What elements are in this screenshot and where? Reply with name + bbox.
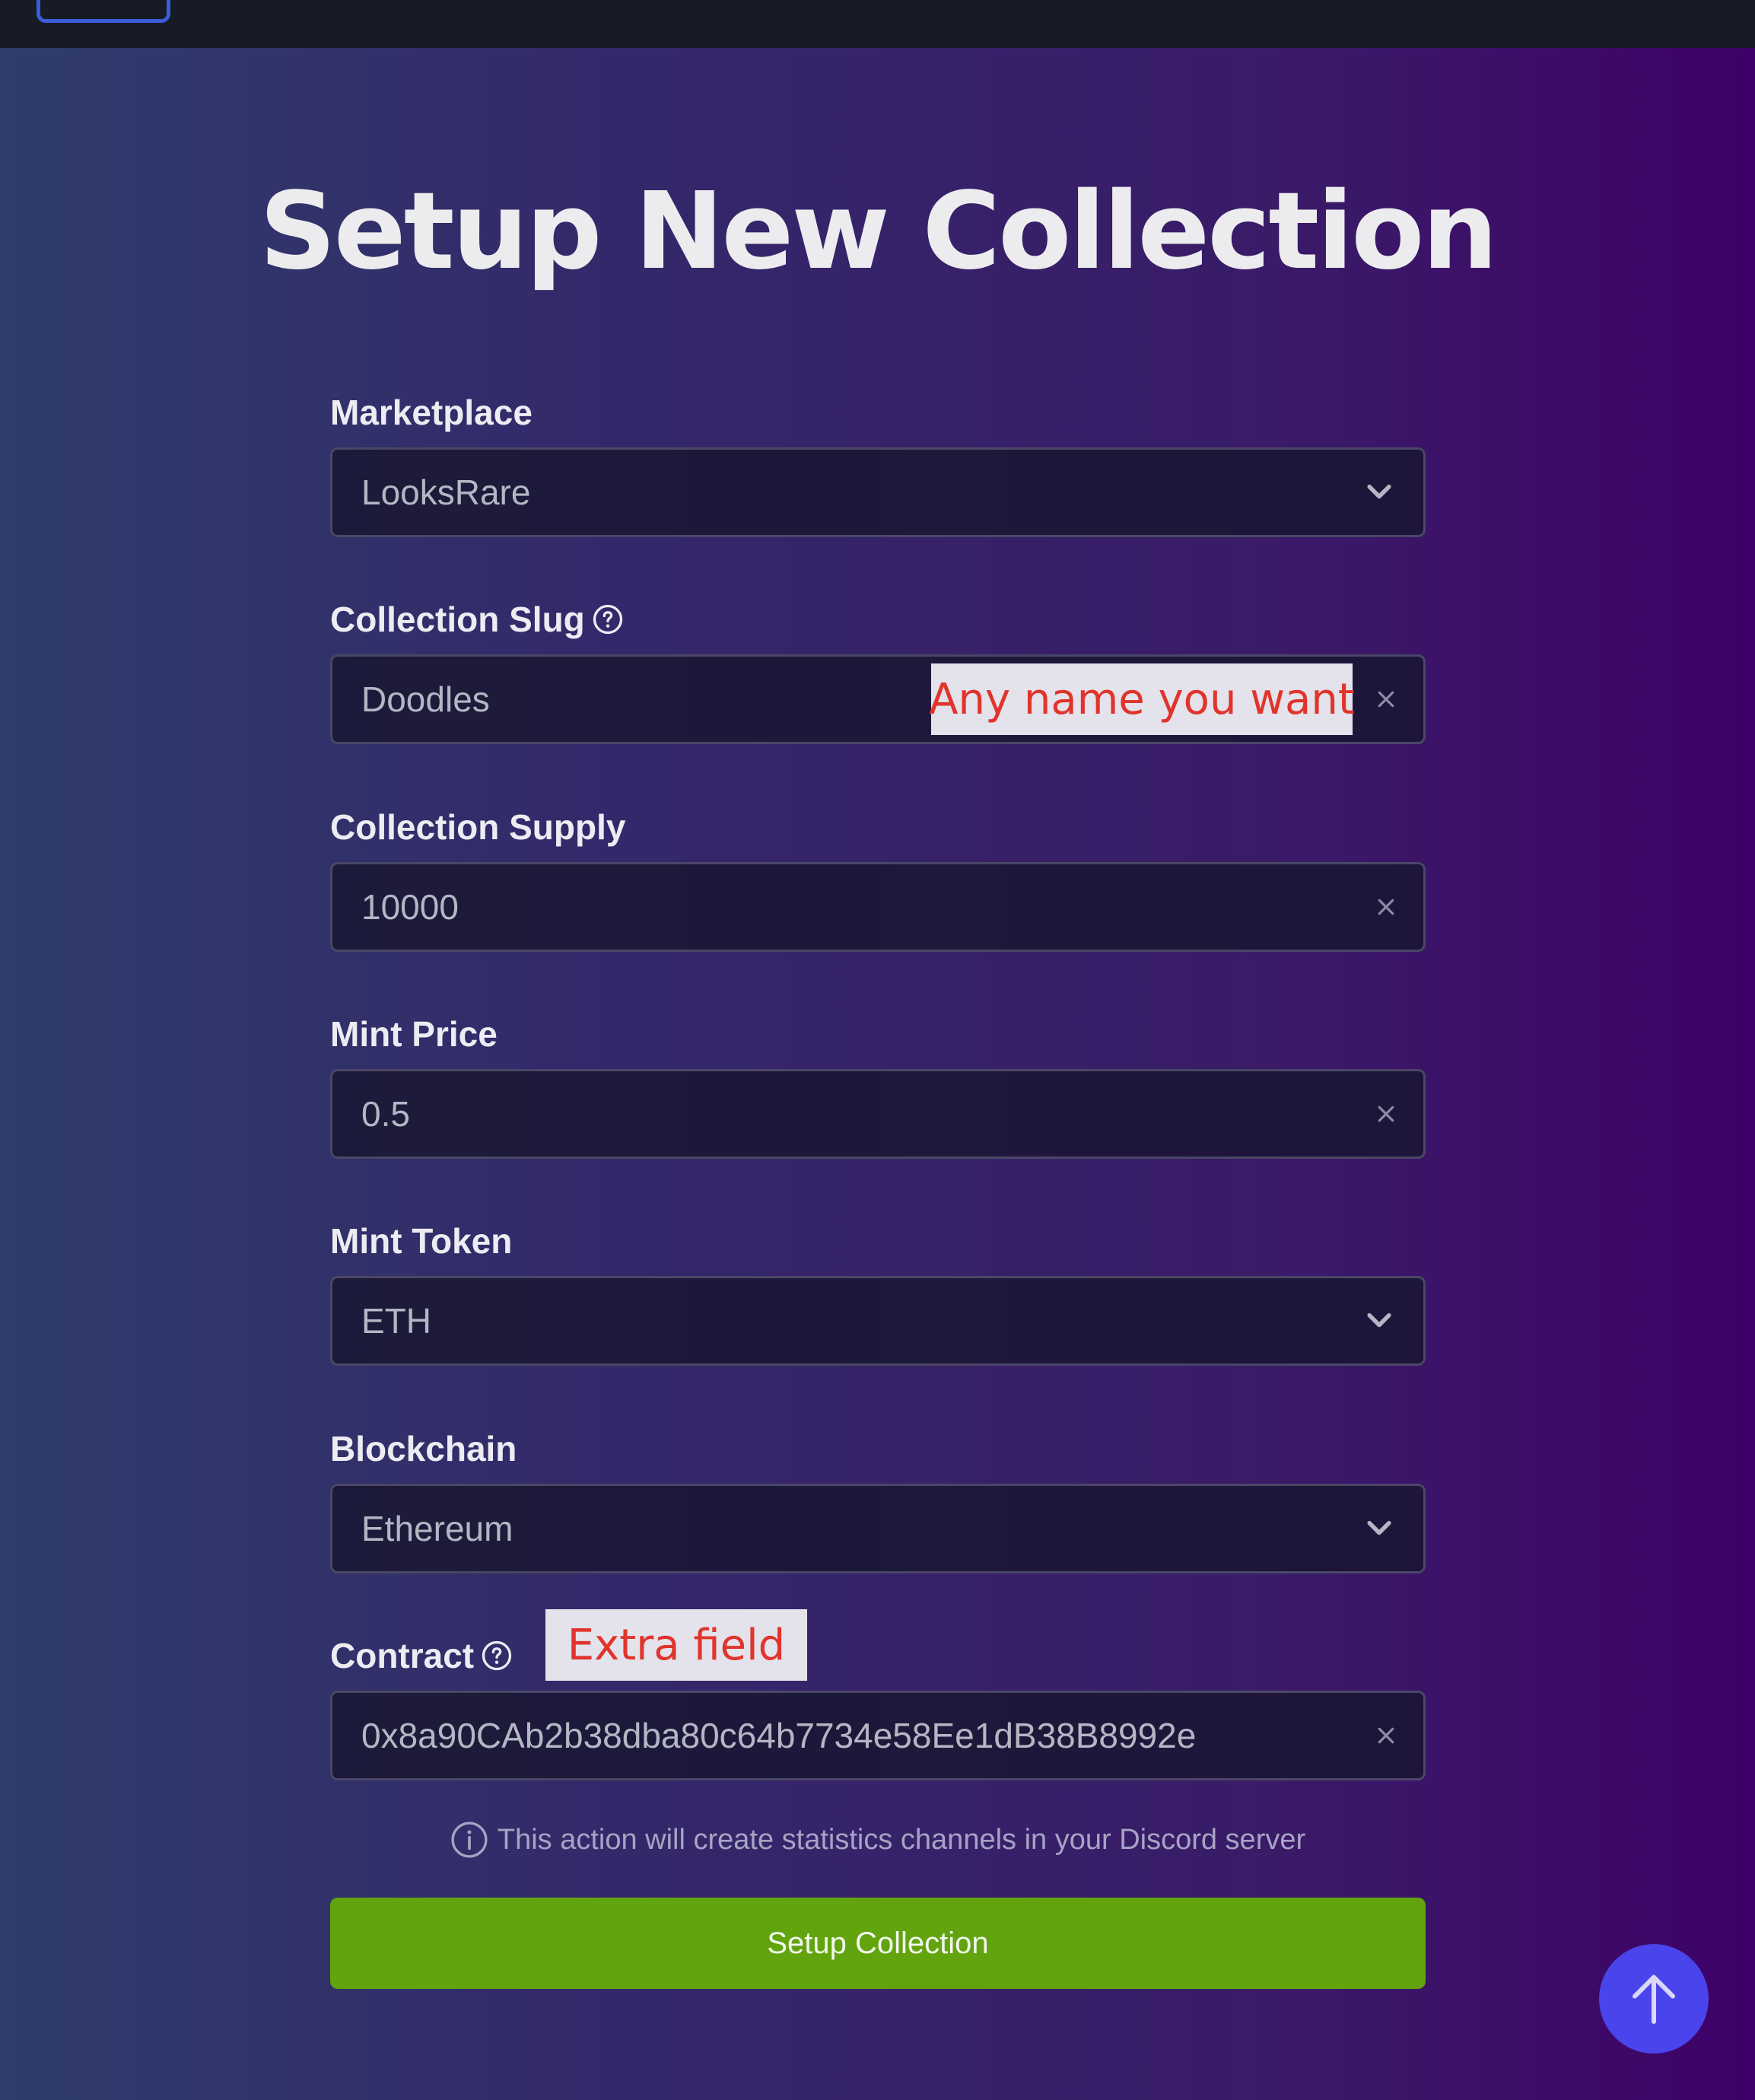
blockchain-label-text: Blockchain <box>330 1429 517 1468</box>
contract-value: 0x8a90CAb2b38dba80c64b7734e58Ee1dB38B899… <box>361 1716 1197 1755</box>
mint-token-value: ETH <box>361 1301 431 1341</box>
help-icon[interactable] <box>482 1640 512 1671</box>
marketplace-value: LooksRare <box>361 473 531 512</box>
topbar-button[interactable] <box>37 0 170 23</box>
contract-label-text: Contract <box>330 1636 475 1675</box>
marketplace-select[interactable]: LooksRare <box>330 447 1426 537</box>
mint-price-value: 0.5 <box>361 1094 410 1134</box>
collection-supply-label: Collection Supply <box>330 804 625 850</box>
scroll-to-top-button[interactable] <box>1599 1944 1709 2054</box>
info-note: This action will create statistics chann… <box>330 1815 1426 1864</box>
collection-supply-value: 10000 <box>361 887 459 927</box>
mint-price-label-text: Mint Price <box>330 1014 498 1054</box>
mint-token-label-text: Mint Token <box>330 1221 513 1261</box>
chevron-down-icon <box>1367 1520 1391 1535</box>
mint-price-label: Mint Price <box>330 1011 498 1057</box>
contract-label: Contract <box>330 1633 512 1678</box>
clear-icon[interactable] <box>1375 1724 1397 1747</box>
collection-slug-label: Collection Slug <box>330 597 623 642</box>
mint-price-input[interactable]: 0.5 <box>330 1069 1426 1159</box>
mint-token-label: Mint Token <box>330 1218 512 1264</box>
contract-annotation: Extra field <box>545 1609 807 1681</box>
info-icon <box>451 1822 488 1858</box>
top-bar <box>0 0 1755 48</box>
clear-icon[interactable] <box>1375 1102 1397 1125</box>
collection-supply-input[interactable]: 10000 <box>330 862 1426 952</box>
blockchain-select[interactable]: Ethereum <box>330 1484 1426 1573</box>
marketplace-label: Marketplace <box>330 390 533 435</box>
blockchain-value: Ethereum <box>361 1509 513 1548</box>
mint-token-select[interactable]: ETH <box>330 1276 1426 1366</box>
help-icon[interactable] <box>593 604 623 635</box>
clear-icon[interactable] <box>1375 896 1397 918</box>
blockchain-label: Blockchain <box>330 1426 517 1472</box>
setup-collection-button[interactable]: Setup Collection <box>330 1898 1426 1989</box>
slug-annotation: Any name you want <box>929 663 1355 735</box>
arrow-up-icon <box>1633 1974 1675 2024</box>
marketplace-label-text: Marketplace <box>330 393 533 432</box>
collection-supply-label-text: Collection Supply <box>330 807 626 847</box>
collection-slug-label-text: Collection Slug <box>330 600 585 639</box>
chevron-down-icon <box>1367 1312 1391 1328</box>
contract-input[interactable]: 0x8a90CAb2b38dba80c64b7734e58Ee1dB38B899… <box>330 1691 1426 1780</box>
page-title: Setup New Collection <box>259 170 1498 294</box>
chevron-down-icon <box>1367 484 1391 499</box>
info-text: This action will create statistics chann… <box>497 1823 1306 1856</box>
clear-icon[interactable] <box>1375 688 1397 711</box>
